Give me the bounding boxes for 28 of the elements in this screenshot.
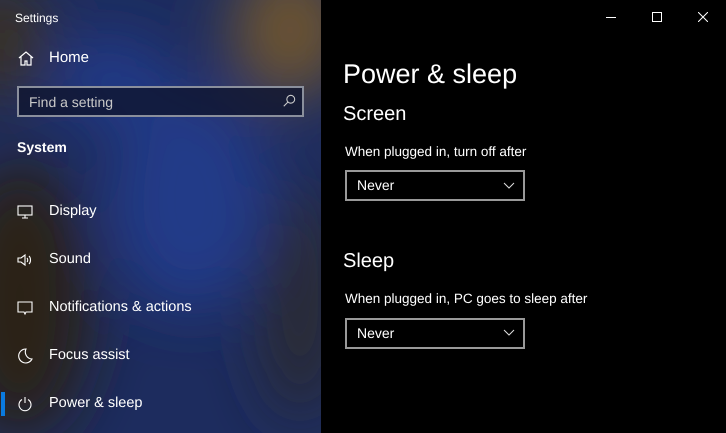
dropdown[interactable]: Never [345,170,525,202]
setting-label: When plugged in, turn off after [345,143,526,161]
power-icon [17,396,33,412]
search-icon [282,94,296,108]
section-heading: Screen [343,102,406,127]
dropdown[interactable]: Never [345,318,525,348]
close-icon [698,12,708,22]
search-field[interactable]: Find a setting [17,86,304,117]
setting-label: When plugged in, PC goes to sleep after [345,290,588,308]
moon-icon [17,348,33,364]
window-title: Settings [15,10,58,27]
page-title: Power & sleep [343,58,518,91]
section-heading: System [17,138,67,157]
section-heading: Sleep [343,249,394,274]
monitor-icon [17,204,33,220]
home-icon [18,50,34,66]
message-icon [17,300,33,316]
chevron-down-icon [503,182,515,190]
maximize-icon [652,12,662,22]
chevron-down-icon [503,329,515,337]
nav-item[interactable]: Sound [0,236,321,284]
nav-item[interactable]: Notifications & actions [0,284,321,332]
nav-item[interactable]: Power & sleep [0,380,321,428]
nav-item[interactable]: Focus assist [0,332,321,380]
selection-indicator [1,392,5,416]
speaker-icon [17,252,33,268]
nav-item[interactable]: Display [0,188,321,236]
home-link[interactable]: Home [0,36,321,80]
